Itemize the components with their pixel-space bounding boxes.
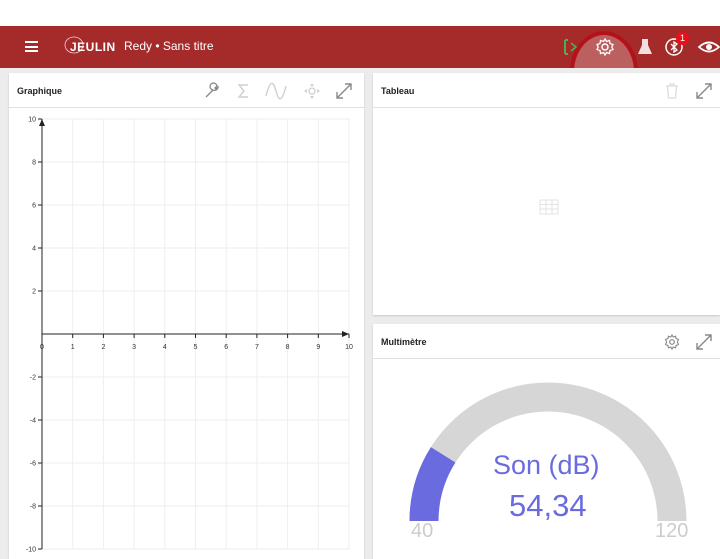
y-tick-label: 8: [32, 160, 36, 167]
graph-chart[interactable]: 0 1 2 3 4 5 6 7 8 9 10 10 8 6 4 2 -2 -4 -6 -8 -10: [9, 109, 364, 559]
brand-text: JEULIN: [70, 40, 116, 54]
gauge-quantity-label: Son (dB): [493, 450, 600, 480]
gauge-max-label: 120: [655, 520, 689, 542]
menu-icon[interactable]: [25, 41, 38, 52]
expand-icon[interactable]: [335, 82, 353, 100]
y-tick-label: -4: [30, 418, 36, 425]
x-tick-label: 0: [40, 344, 44, 351]
x-tick-label: 5: [194, 344, 198, 351]
x-tick-label: 8: [286, 344, 290, 351]
wrench-icon[interactable]: [203, 82, 221, 100]
y-tick-label: -2: [30, 375, 36, 382]
table-panel-header: Tableau: [373, 73, 720, 108]
multimeter-panel-title: Multimètre: [381, 337, 427, 347]
gauge-value-readout: 54,34: [509, 488, 587, 523]
top-app-bar: JEULIN Redy • Sans titre 1: [0, 26, 720, 113]
settings-gear-icon[interactable]: [593, 35, 617, 59]
x-tick-label: 7: [255, 344, 259, 351]
x-tick-label: 1: [71, 344, 75, 351]
expand-icon[interactable]: [695, 82, 713, 100]
notification-badge: 1: [676, 32, 689, 45]
expand-icon[interactable]: [695, 333, 713, 351]
y-tick-label: 2: [32, 289, 36, 296]
table-panel: Tableau: [373, 73, 720, 315]
app-title: Redy • Sans titre: [124, 39, 214, 53]
table-panel-title: Tableau: [381, 86, 415, 96]
y-tick-label: 10: [28, 117, 36, 124]
x-tick-label: 4: [163, 344, 167, 351]
y-tick-label: -6: [30, 461, 36, 468]
y-tick-label: 6: [32, 203, 36, 210]
x-axis-arrow: [342, 331, 349, 337]
gauge-min-label: 40: [411, 520, 434, 542]
table-grid-icon: [539, 199, 559, 215]
graph-panel-header: Graphique: [9, 73, 364, 108]
x-tick-label: 2: [101, 344, 105, 351]
graph-panel: Graphique 0 1 2 3 4 5 6 7 8 9 10 10 8 6 4 2 -2 -4 -6 -8 -10: [9, 73, 364, 559]
move-icon[interactable]: [303, 82, 321, 100]
jeulin-logo: JEULIN: [64, 34, 124, 60]
y-tick-label: -8: [30, 504, 36, 511]
eye-icon[interactable]: [697, 35, 720, 59]
multimeter-panel-header: Multimètre: [373, 324, 720, 359]
trash-icon[interactable]: [663, 82, 681, 100]
x-tick-label: 9: [316, 344, 320, 351]
y-axis-arrow: [39, 119, 45, 126]
curve-icon[interactable]: [265, 82, 287, 100]
y-tick-label: -10: [26, 547, 36, 554]
x-tick-label: 6: [224, 344, 228, 351]
sigma-icon[interactable]: [235, 82, 253, 100]
y-tick-label: 4: [32, 246, 36, 253]
gear-icon[interactable]: [663, 333, 681, 351]
graph-panel-title: Graphique: [17, 86, 63, 96]
x-tick-label: 10: [345, 344, 353, 351]
flask-icon[interactable]: [633, 35, 657, 59]
x-tick-label: 3: [132, 344, 136, 351]
